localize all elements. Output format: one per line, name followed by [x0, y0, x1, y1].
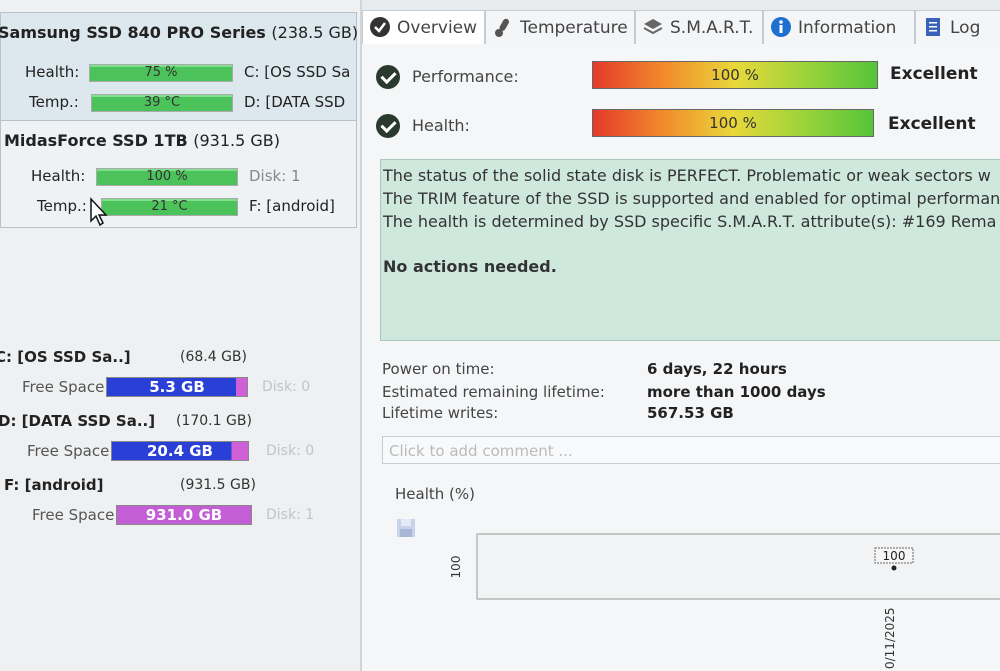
performance-check-icon	[376, 65, 400, 89]
volume-name: F: [android]	[4, 476, 104, 494]
free-space-bar: 20.4 GB	[111, 441, 249, 461]
volume-name: C: [OS SSD Sa..]	[0, 348, 131, 366]
tab-overview[interactable]: Overview	[362, 10, 485, 46]
document-icon	[926, 17, 940, 36]
health-label: Health:	[412, 116, 470, 135]
performance-bar: 100 %	[592, 61, 878, 89]
status-line: The TRIM feature of the SSD is supported…	[383, 189, 1000, 208]
status-line: The status of the solid state disk is PE…	[383, 166, 991, 185]
health-bar: 100 %	[96, 168, 238, 186]
performance-rating: Excellent	[890, 64, 978, 84]
free-space-bar: 5.3 GB	[106, 377, 248, 397]
power-on-value: 6 days, 22 hours	[647, 360, 787, 378]
volume-disk: Disk: 0	[262, 379, 311, 395]
tab-log[interactable]: Log	[915, 10, 1000, 46]
volume-size: (68.4 GB)	[180, 349, 247, 365]
volume-size: (170.1 GB)	[176, 413, 252, 429]
actions-text: No actions needed.	[383, 257, 557, 276]
drive-title: Samsung SSD 840 PRO Series (238.5 GB) Di	[0, 23, 380, 42]
mouse-cursor-icon	[90, 197, 108, 227]
volume-disk: Disk: 1	[266, 507, 315, 523]
check-circle-icon	[370, 16, 390, 37]
power-on-label: Power on time:	[382, 360, 495, 378]
partition-c: C: [OS SSD Sa	[244, 63, 351, 81]
comment-field[interactable]: Click to add comment ...	[382, 436, 1000, 464]
temp-label: Temp.:	[29, 93, 79, 111]
info-icon	[771, 16, 791, 37]
tab-smart[interactable]: S.M.A.R.T.	[635, 10, 763, 46]
health-check-icon	[376, 114, 400, 138]
free-space-label: Free Space	[22, 378, 105, 396]
volume-item-c[interactable]: C: [OS SSD Sa..] (68.4 GB) Free Space 5.…	[0, 340, 355, 404]
volume-item-d[interactable]: D: [DATA SSD Sa..] (170.1 GB) Free Space…	[0, 404, 355, 468]
drive-title: MidasForce SSD 1TB (931.5 GB)	[4, 131, 280, 150]
drive-item-samsung[interactable]: Samsung SSD 840 PRO Series (238.5 GB) Di…	[0, 12, 380, 122]
status-box: The status of the solid state disk is PE…	[380, 159, 1000, 341]
temp-label: Temp.:	[37, 197, 87, 215]
temp-bar: 39 °C	[91, 94, 233, 112]
drive-item-midasforce[interactable]: MidasForce SSD 1TB (931.5 GB) Health: 10…	[0, 120, 357, 228]
volume-name: D: [DATA SSD Sa..]	[0, 412, 156, 430]
health-chart: 100 100 0/11/2025	[449, 533, 1000, 669]
save-chart-icon[interactable]	[395, 517, 417, 539]
temp-bar: 21 °C	[101, 198, 238, 216]
overview-panel: Performance: 100 % Excellent Health: 100…	[362, 44, 1000, 671]
tab-bar: Overview Temperature S.M.A.R.T. Informat…	[362, 10, 1000, 46]
chip-icon	[643, 18, 663, 34]
tab-temperature[interactable]: Temperature	[485, 10, 635, 46]
x-tick-label: 0/11/2025	[883, 607, 897, 669]
data-point	[891, 565, 897, 571]
writes-label: Lifetime writes:	[382, 404, 499, 422]
free-space-bar: 931.0 GB	[116, 505, 252, 525]
drive-list-panel: Samsung SSD 840 PRO Series (238.5 GB) Di…	[0, 0, 380, 671]
volume-disk: Disk: 0	[266, 443, 315, 459]
chart-title: Health (%)	[395, 485, 475, 503]
tab-information[interactable]: Information	[763, 10, 915, 46]
status-line: The health is determined by SSD specific…	[383, 212, 997, 231]
health-bar: 100 %	[592, 109, 874, 137]
data-label: 100	[883, 549, 906, 563]
health-bar: 75 %	[89, 64, 233, 82]
partition-f: F: [android]	[249, 197, 335, 215]
health-label: Health:	[25, 63, 80, 81]
partition-d: D: [DATA SSD	[244, 93, 346, 111]
free-space-label: Free Space	[27, 442, 110, 460]
writes-value: 567.53 GB	[647, 404, 734, 422]
thermometer-icon	[495, 18, 509, 37]
chart-plot-area	[476, 533, 1000, 600]
volume-item-f[interactable]: F: [android] (931.5 GB) Free Space 931.0…	[0, 468, 355, 532]
health-label: Health:	[31, 167, 86, 185]
health-rating: Excellent	[888, 114, 976, 134]
performance-label: Performance:	[412, 67, 519, 86]
volume-size: (931.5 GB)	[180, 477, 256, 493]
y-tick-label: 100	[449, 556, 463, 579]
lifetime-value: more than 1000 days	[647, 383, 826, 401]
free-space-label: Free Space	[32, 506, 115, 524]
lifetime-label: Estimated remaining lifetime:	[382, 383, 605, 401]
disk-number: Disk: 1	[249, 167, 301, 185]
